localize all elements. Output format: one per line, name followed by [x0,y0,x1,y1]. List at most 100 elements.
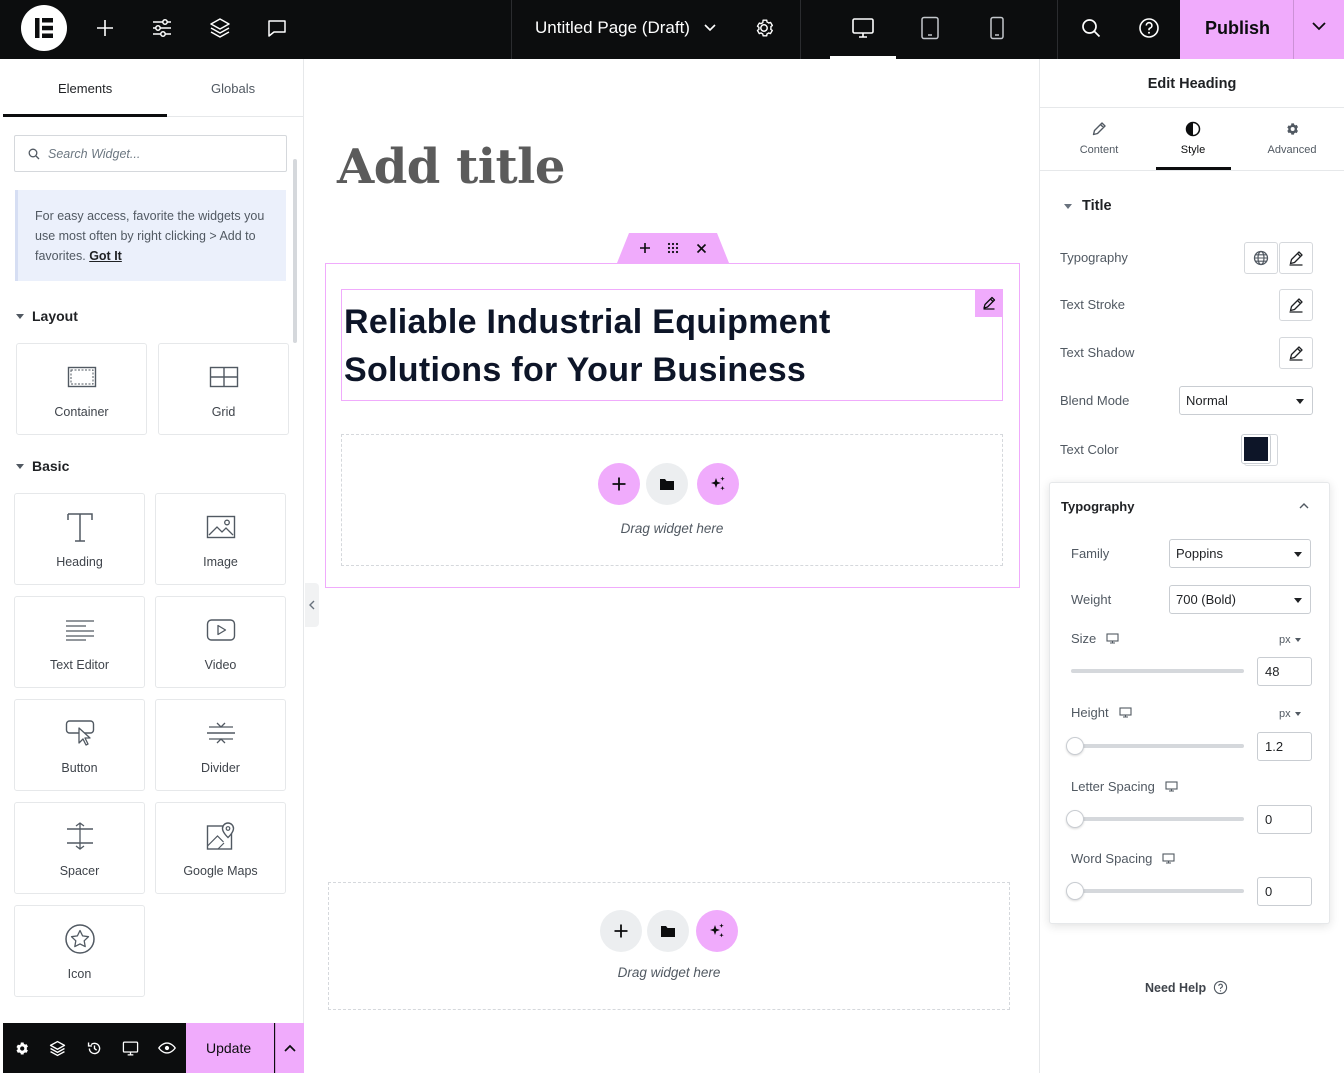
publish-options-chevron-icon[interactable] [1311,20,1327,32]
drop-zone[interactable]: Drag widget here [341,434,1003,566]
template-folder-icon[interactable] [646,463,688,505]
global-typography-globe-icon[interactable] [1244,242,1278,274]
widget-label: Divider [201,761,240,775]
active-tab-indicator [3,114,167,117]
category-layout[interactable]: Layout [16,308,78,324]
font-family-select[interactable]: Poppins [1169,539,1311,568]
chevron-up-icon[interactable] [275,1023,304,1073]
letter-spacing-input[interactable]: 0 [1257,805,1312,834]
navigator-icon[interactable] [47,1038,67,1058]
category-basic[interactable]: Basic [16,458,69,474]
collapse-panel-chevron-icon[interactable] [305,583,319,627]
slider-knob[interactable] [1066,810,1084,828]
search-placeholder: Search Widget... [48,147,141,161]
size-unit-select[interactable]: px [1279,634,1301,646]
page-title[interactable]: Add title [337,139,565,195]
desktop-icon [1119,707,1132,718]
widget-video[interactable]: Video [155,596,286,688]
widget-icon[interactable]: Icon [14,905,145,997]
word-spacing-slider[interactable] [1066,882,1244,900]
plus-icon[interactable] [91,14,119,42]
preview-eye-icon[interactable] [157,1038,177,1058]
blend-mode-select[interactable]: Normal [1179,386,1313,415]
template-folder-icon[interactable] [647,910,689,952]
widget-spacer[interactable]: Spacer [14,802,145,894]
heading-widget[interactable]: Reliable Industrial Equipment Solutions … [341,289,1003,401]
page-title-dropdown[interactable]: Untitled Page (Draft) [535,18,690,38]
edit-text-shadow-pencil-icon[interactable] [1279,337,1313,369]
gear-icon[interactable] [750,14,778,42]
color-preview [1244,437,1268,461]
container-section[interactable]: Reliable Industrial Equipment Solutions … [325,263,1020,588]
tab-advanced[interactable]: Advanced [1252,121,1332,156]
update-button[interactable]: Update [186,1023,274,1073]
search-icon[interactable] [1077,14,1105,42]
size-slider[interactable] [1071,669,1244,673]
publish-label: Publish [1205,18,1271,38]
text-editor-icon [15,613,144,647]
edit-text-stroke-pencil-icon[interactable] [1279,289,1313,321]
widget-container[interactable]: Container [16,343,147,435]
widget-divider[interactable]: Divider [155,699,286,791]
letter-spacing-slider[interactable] [1066,810,1244,828]
settings-icon[interactable] [11,1038,31,1058]
desktop-icon[interactable] [849,14,877,42]
add-widget-plus-icon[interactable] [598,463,640,505]
tab-globals[interactable]: Globals [211,81,255,96]
section-title-label: Title [1082,198,1112,214]
comment-icon[interactable] [263,14,291,42]
word-spacing-input[interactable]: 0 [1257,877,1312,906]
height-input[interactable]: 1.2 [1257,732,1312,761]
height-slider[interactable] [1066,737,1244,755]
help-icon [1213,980,1228,995]
slider-knob[interactable] [1066,882,1084,900]
layers-icon[interactable] [206,14,234,42]
sliders-icon[interactable] [148,14,176,42]
ai-sparkle-icon[interactable] [696,910,738,952]
heading-text[interactable]: Reliable Industrial Equipment Solutions … [344,298,964,394]
add-section-drop-zone[interactable]: Drag widget here [328,882,1010,1010]
widget-text-editor[interactable]: Text Editor [14,596,145,688]
widget-image[interactable]: Image [155,493,286,585]
size-input[interactable]: 48 [1257,657,1312,686]
got-it-link[interactable]: Got It [89,249,122,263]
tab-elements[interactable]: Elements [58,81,112,96]
widget-grid[interactable]: Grid [158,343,289,435]
responsive-mode-icon[interactable] [120,1038,140,1058]
mobile-icon[interactable] [983,14,1011,42]
text-color-swatch[interactable] [1241,434,1271,464]
widget-google-maps[interactable]: Google Maps [155,802,286,894]
edit-widget-pencil-icon[interactable] [975,289,1003,317]
height-unit-select[interactable]: px [1279,708,1301,720]
add-section-plus-icon[interactable] [637,240,653,256]
elementor-logo-icon[interactable] [21,5,67,51]
widget-heading[interactable]: Heading [14,493,145,585]
update-label: Update [206,1040,252,1056]
search-widget-field[interactable]: Search Widget... [14,135,287,172]
tab-style[interactable]: Style [1153,121,1233,156]
section-handle[interactable] [617,233,729,263]
ai-sparkle-icon[interactable] [697,463,739,505]
add-section-plus-icon[interactable] [600,910,642,952]
chevron-down-icon[interactable] [696,14,724,42]
widget-button[interactable]: Button [14,699,145,791]
history-icon[interactable] [84,1038,104,1058]
help-icon[interactable] [1135,14,1163,42]
heading-icon [15,510,144,544]
panel-scrollbar[interactable] [293,159,297,343]
section-title-toggle[interactable]: Title [1064,198,1112,214]
panel-divider [1040,107,1344,108]
chevron-up-icon[interactable] [1298,502,1310,510]
container-icon [17,360,146,394]
tablet-icon[interactable] [916,14,944,42]
slider-knob[interactable] [1066,737,1084,755]
font-weight-select[interactable]: 700 (Bold) [1169,585,1311,614]
edit-typography-pencil-icon[interactable] [1279,242,1313,274]
delete-section-close-icon[interactable] [693,240,709,256]
need-help-link[interactable]: Need Help [1145,980,1228,995]
tab-content[interactable]: Content [1059,121,1139,156]
caret-down-icon [16,313,24,319]
drag-handle-icon[interactable] [665,240,681,256]
contrast-icon [1153,121,1233,139]
publish-button[interactable]: Publish [1180,0,1344,59]
